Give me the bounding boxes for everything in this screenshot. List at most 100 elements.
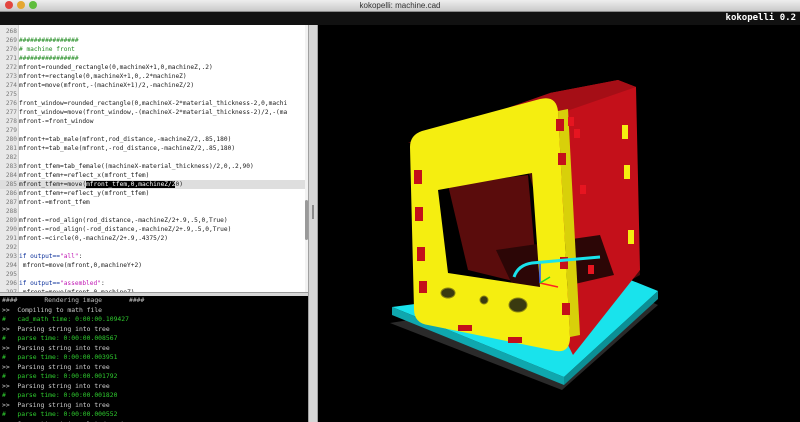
line-number: 268: [5, 28, 17, 35]
code-line[interactable]: 275: [0, 90, 305, 99]
code-line[interactable]: 286 mfront_tfem+=reflect_y(mfront_tfem): [0, 189, 305, 198]
code-line[interactable]: 287 mfront-=mfront_tfem: [0, 198, 305, 207]
line-number: 281: [5, 145, 17, 153]
line-number: 274: [5, 82, 17, 90]
code-line[interactable]: 271 ################: [0, 54, 305, 63]
code-text: mfront-=rod_align(-rod_distance,-machine…: [19, 226, 232, 234]
code-text: mfront-=mfront_tfem: [19, 199, 90, 207]
line-number: 273: [5, 73, 17, 81]
line-number: 293: [5, 253, 17, 261]
code-line[interactable]: 281 mfront+=tab_male(mfront,-rod_distance…: [0, 144, 305, 153]
console-line: # parse time: 0:00:00.008567: [2, 334, 118, 342]
console-line: >> Parsing string into tree: [2, 381, 110, 390]
line-number: 286: [5, 190, 17, 198]
code-text: # machine front: [19, 46, 75, 54]
code-line[interactable]: 278 mfront-=front_window: [0, 117, 305, 126]
model-render[interactable]: [318, 25, 800, 422]
code-line[interactable]: 279: [0, 126, 305, 135]
app-toolbar: kokopelli 0.2: [0, 12, 800, 25]
line-number: 282: [5, 154, 17, 162]
code-text: mfront_tfem+=reflect_y(mfront_tfem): [19, 190, 150, 198]
code-line[interactable]: 291 mfront-=circle(0,-machineZ/2+.9,.4375…: [0, 234, 305, 243]
code-text: mfront+=tab_male(mfront,rod_distance,-ma…: [19, 136, 232, 144]
console-line: >> Parsing string into tree: [2, 362, 110, 371]
console-line: # parse time: 0:00:00.000552: [2, 410, 118, 418]
code-line[interactable]: 276 front_window=rounded_rectangle(0,mach…: [0, 99, 305, 108]
code-line[interactable]: 272 mfront=rounded_rectangle(0,machineX+1…: [0, 63, 305, 72]
output-console: #### Rendering image #### >> Compiling to…: [0, 296, 308, 422]
code-line[interactable]: 270 # machine front: [0, 45, 305, 54]
3d-viewport[interactable]: [318, 25, 800, 422]
line-number: 284: [5, 172, 17, 180]
code-text: mfront=rounded_rectangle(0,machineX+1,0,…: [19, 64, 213, 72]
console-line: #### Rendering image ####: [2, 296, 145, 304]
line-number: 269: [5, 37, 17, 45]
code-line[interactable]: 289 mfront-=rod_align(rod_distance,-machi…: [0, 216, 305, 225]
line-number: 288: [5, 208, 17, 216]
code-text: :: [78, 253, 83, 261]
code-text: mfront_tfem=tab_female((machineX-materia…: [19, 163, 254, 171]
code-text: mfront_tfem+=move(: [19, 181, 87, 189]
console-line: >> Compiling to math file: [2, 305, 103, 314]
line-number: 287: [5, 199, 17, 207]
line-number: 275: [5, 91, 17, 99]
line-number: 289: [5, 217, 17, 225]
code-line[interactable]: 274 mfront=move(mfront,-(machineX+1)/2,-m…: [0, 81, 305, 90]
code-text: mfront-=rod_align(rod_distance,-machineZ…: [19, 217, 228, 225]
code-line[interactable]: 295: [0, 270, 305, 279]
console-line: >> Parsing string into tree: [2, 400, 110, 409]
splitter-grip[interactable]: [312, 205, 314, 219]
line-number: 280: [5, 136, 17, 144]
code-line[interactable]: 296 if output=="assembled":: [0, 279, 305, 288]
pane-splitter[interactable]: [308, 25, 318, 422]
code-line[interactable]: 268: [0, 27, 305, 36]
code-line[interactable]: 288: [0, 207, 305, 216]
console-line: # parse time: 0:00:00.003951: [2, 353, 118, 361]
code-text: mfront+=rectangle(0,machineX+1,0,.2*mach…: [19, 73, 187, 81]
code-text: mfront_tfem+=reflect_x(mfront_tfem): [19, 172, 150, 180]
code-text: mfront=move(mfront,0,machineY+2): [19, 262, 142, 270]
line-number: 295: [5, 271, 17, 279]
code-line[interactable]: 277 front_window=move(front_window,-(mach…: [0, 108, 305, 117]
line-number: 270: [5, 46, 17, 54]
code-line[interactable]: 273 mfront+=rectangle(0,machineX+1,0,.2*m…: [0, 72, 305, 81]
code-text: "all": [59, 253, 79, 261]
console-line: # cad_math time: 0:00:00.109427: [2, 315, 129, 323]
line-number: 278: [5, 118, 17, 126]
code-text: if output==: [19, 280, 60, 288]
code-text: front_window=rounded_rectangle(0,machine…: [19, 100, 288, 108]
console-line: # parse time: 0:00:00.001792: [2, 372, 118, 380]
code-line[interactable]: 285 mfront_tfem+=move(mfront_tfem,0,machi…: [0, 180, 305, 190]
console-line: >> Parsing string into tree: [2, 343, 110, 352]
window-titlebar: kokopelli: machine.cad: [0, 0, 800, 12]
code-line[interactable]: 280 mfront+=tab_male(mfront,rod_distance,…: [0, 135, 305, 144]
code-text: "assembled": [59, 280, 101, 288]
code-line[interactable]: 290 mfront-=rod_align(-rod_distance,-mach…: [0, 225, 305, 234]
console-line: >> Parsing string into tree: [2, 324, 110, 333]
line-number: 283: [5, 163, 17, 171]
code-line[interactable]: 283 mfront_tfem=tab_female((machineX-mate…: [0, 162, 305, 171]
code-lines[interactable]: 268 269 ################ 270 # machine front…: [0, 27, 305, 292]
code-text: ################: [19, 55, 79, 63]
code-line[interactable]: 292: [0, 243, 305, 252]
code-text: mfront_tfem,0,machineZ/2: [86, 181, 176, 189]
code-editor[interactable]: 268 269 ################ 270 # machine front…: [0, 25, 308, 292]
code-text: mfront-=front_window: [19, 118, 94, 126]
line-number: 271: [5, 55, 17, 63]
line-number: 296: [5, 280, 17, 288]
code-text: if output==: [19, 253, 60, 261]
line-number: 291: [5, 235, 17, 243]
line-number: 285: [5, 181, 17, 189]
code-line[interactable]: 293 if output=="all":: [0, 252, 305, 261]
line-number: 290: [5, 226, 17, 234]
code-text: front_window=move(front_window,-(machine…: [19, 109, 288, 117]
line-number: 279: [5, 127, 17, 135]
code-line[interactable]: 282: [0, 153, 305, 162]
code-line[interactable]: 269 ################: [0, 36, 305, 45]
code-text: mfront=move(mfront,-(machineX+1)/2,-mach…: [19, 82, 195, 90]
code-line[interactable]: 294 mfront=move(mfront,0,machineY+2): [0, 261, 305, 270]
line-number: 292: [5, 244, 17, 252]
line-number: 272: [5, 64, 17, 72]
code-text: ################: [19, 37, 79, 45]
code-line[interactable]: 284 mfront_tfem+=reflect_x(mfront_tfem): [0, 171, 305, 180]
